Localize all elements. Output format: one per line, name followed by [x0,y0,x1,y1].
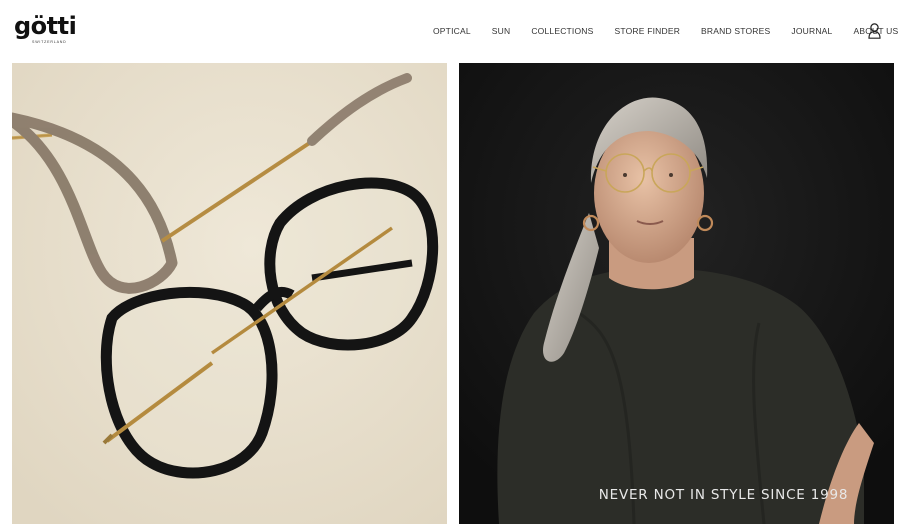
nav-item-store-finder[interactable]: STORE FINDER [615,25,681,37]
nav-item-sun[interactable]: SUN [492,25,511,37]
main-navigation: OPTICAL SUN COLLECTIONS STORE FINDER BRA… [433,25,900,37]
site-header: götti SWITZERLAND OPTICAL SUN COLLECTION… [0,0,900,63]
nav-item-collections[interactable]: COLLECTIONS [531,25,593,37]
nav-item-brand-stores[interactable]: BRAND STORES [701,25,770,37]
hero-product-image[interactable] [12,63,447,524]
brand-subtitle: SWITZERLAND [32,40,67,44]
hero-portrait-image[interactable]: NEVER NOT IN STYLE SINCE 1998 [459,63,894,524]
nav-item-optical[interactable]: OPTICAL [433,25,471,37]
eyeglasses-illustration [12,63,447,524]
hero-tagline: NEVER NOT IN STYLE SINCE 1998 [598,487,849,503]
nav-item-journal[interactable]: JOURNAL [791,25,832,37]
brand-name: götti [14,12,77,40]
portrait-illustration [459,63,894,524]
user-icon[interactable] [868,23,881,39]
brand-logo[interactable]: götti SWITZERLAND [14,12,77,46]
